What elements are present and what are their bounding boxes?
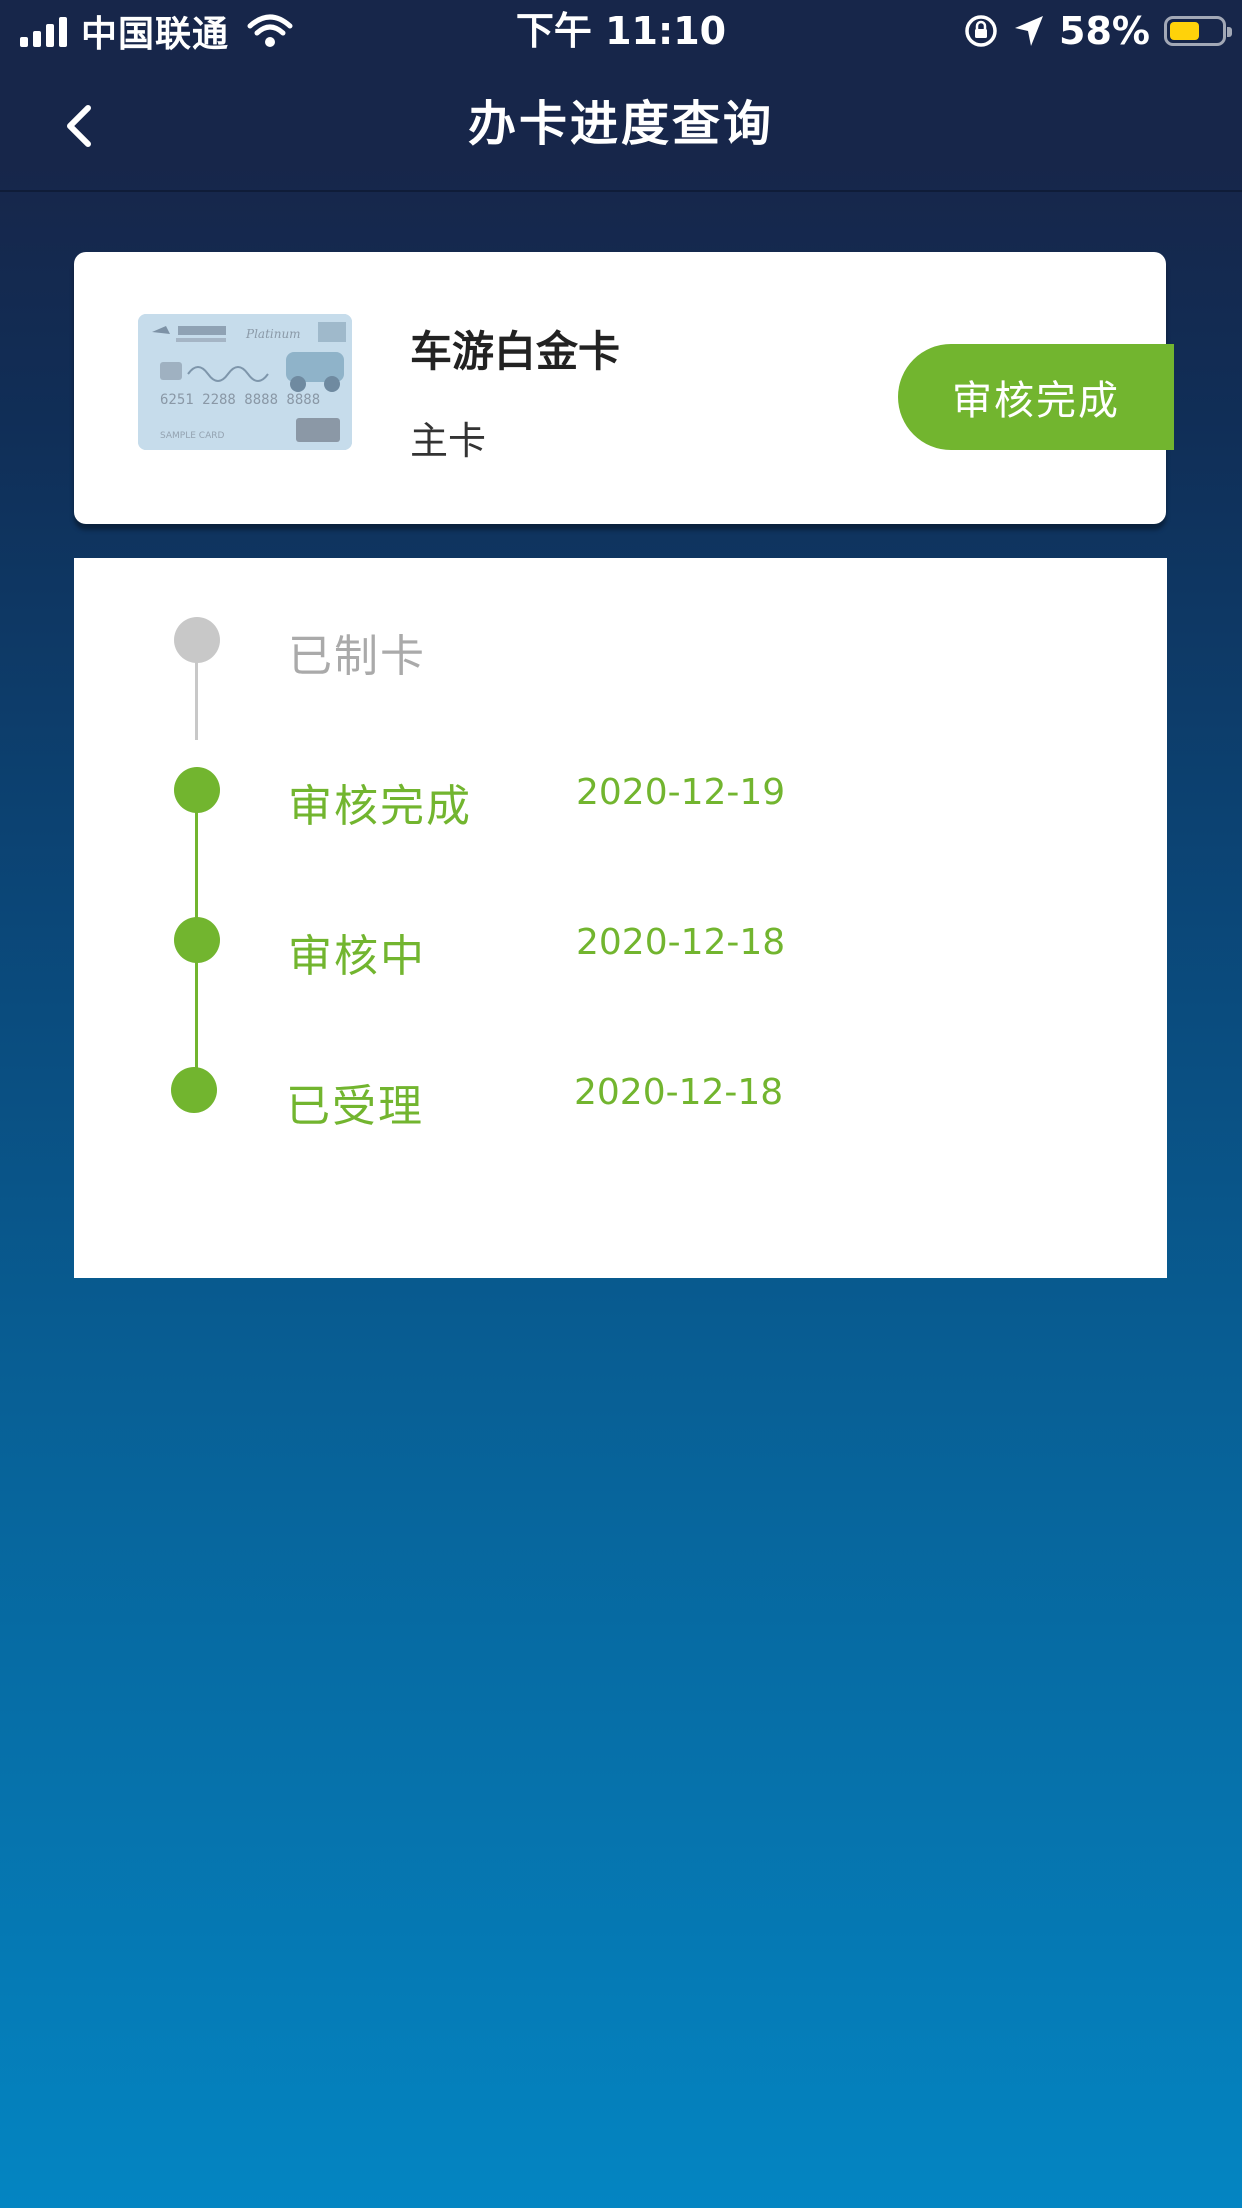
card-summary[interactable]: Platinum 6251 2288 8888 8888 SAMPLE CARD… — [74, 252, 1174, 524]
timeline-dot — [174, 767, 220, 813]
orientation-lock-icon — [965, 15, 997, 47]
location-arrow-icon — [1015, 16, 1044, 46]
timeline-dot — [174, 617, 220, 663]
page-title: 办卡进度查询 — [467, 96, 774, 152]
credit-card-image: Platinum 6251 2288 8888 8888 SAMPLE CARD — [138, 314, 352, 450]
timeline-label: 已受理 — [286, 1081, 424, 1132]
status-badge: 审核完成 — [898, 344, 1174, 450]
timeline-date: 2020-12-19 — [576, 772, 786, 813]
nav-bar: 办卡进度查询 — [0, 62, 1242, 192]
timeline-label: 审核中 — [288, 931, 426, 982]
timeline-date: 2020-12-18 — [576, 922, 786, 963]
card-name: 车游白金卡 — [410, 327, 621, 376]
svg-text:Platinum: Platinum — [245, 327, 301, 341]
svg-text:SAMPLE CARD: SAMPLE CARD — [160, 431, 224, 441]
timeline-dot — [171, 1067, 217, 1113]
timeline-date: 2020-12-18 — [574, 1072, 784, 1113]
status-bar: 中国联通 下午 11:10 58% — [0, 0, 1242, 62]
progress-timeline: 已制卡 审核完成 2020-12-19 审核中 2020-12-18 已受理 2… — [74, 558, 1167, 1278]
battery-percentage: 58% — [1059, 9, 1150, 53]
timeline-dot — [174, 917, 220, 963]
battery-icon — [1164, 16, 1232, 46]
timeline-label: 已制卡 — [288, 631, 426, 682]
card-type: 主卡 — [410, 419, 487, 463]
svg-text:6251 2288 8888 8888: 6251 2288 8888 8888 — [160, 392, 320, 408]
timeline-label: 审核完成 — [288, 781, 472, 832]
